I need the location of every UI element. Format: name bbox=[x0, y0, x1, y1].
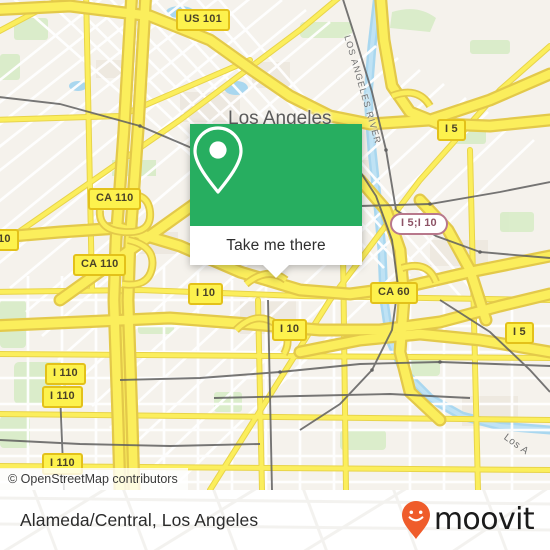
highway-shield-i-10-west[interactable]: I 10 bbox=[188, 283, 224, 305]
popup-pointer-tail bbox=[263, 265, 289, 278]
highway-shield-ca-60[interactable]: CA 60 bbox=[370, 282, 418, 304]
location-popup-card[interactable]: Take me there bbox=[190, 124, 362, 278]
page-title: Alameda/Central, Los Angeles bbox=[20, 509, 259, 530]
highway-shield-10-clipped[interactable]: 10 bbox=[0, 229, 19, 251]
highway-shield-i-5-north[interactable]: I 5 bbox=[437, 119, 466, 141]
map-attribution[interactable]: © OpenStreetMap contributors bbox=[0, 468, 188, 490]
moovit-pin-icon bbox=[401, 500, 431, 540]
highway-shield-i-5-i-10[interactable]: I 5;I 10 bbox=[390, 213, 448, 235]
highway-shield-i-110-a[interactable]: I 110 bbox=[45, 363, 86, 385]
take-me-there-button[interactable]: Take me there bbox=[190, 226, 362, 265]
popup-image-area bbox=[190, 124, 362, 226]
moovit-brand[interactable]: moovit bbox=[401, 500, 535, 540]
moovit-wordmark: moovit bbox=[433, 502, 535, 537]
highway-shield-i-5-east[interactable]: I 5 bbox=[505, 322, 534, 344]
highway-shield-i-10-south[interactable]: I 10 bbox=[272, 319, 308, 341]
highway-shield-ca-110-lower[interactable]: CA 110 bbox=[73, 254, 127, 276]
highway-shield-us-101[interactable]: US 101 bbox=[176, 9, 230, 31]
map-canvas[interactable]: Los Angeles LOS ANGELES RIVER Los A US 1… bbox=[0, 0, 550, 490]
moovit-map-screen: Los Angeles LOS ANGELES RIVER Los A US 1… bbox=[0, 0, 550, 550]
bottom-info-bar: Alameda/Central, Los Angeles moovit bbox=[0, 490, 550, 550]
highway-shield-i-110-b[interactable]: I 110 bbox=[42, 386, 83, 408]
highway-shield-ca-110-upper[interactable]: CA 110 bbox=[88, 188, 142, 210]
